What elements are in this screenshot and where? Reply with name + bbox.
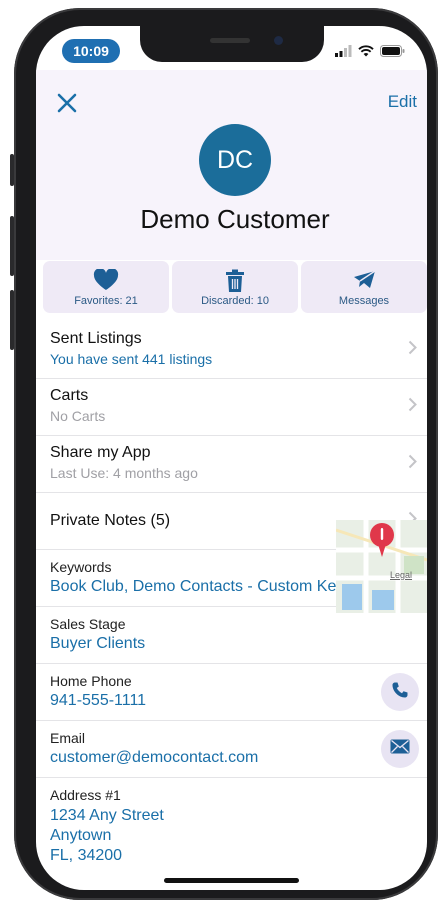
quick-actions: Favorites: 21 Discarded: 10 Messages bbox=[43, 261, 427, 313]
home-phone-label: Home Phone bbox=[50, 673, 132, 689]
camera bbox=[274, 36, 283, 45]
address-line-1[interactable]: 1234 Any Street bbox=[50, 806, 427, 826]
carts-subtitle: No Carts bbox=[50, 408, 106, 424]
sent-listings-row[interactable]: Sent Listings You have sent 441 listings bbox=[36, 322, 427, 379]
avatar: DC bbox=[199, 124, 271, 196]
messages-icon bbox=[351, 269, 377, 296]
notch bbox=[140, 26, 324, 62]
carts-row[interactable]: Carts No Carts bbox=[36, 379, 427, 436]
contact-name: Demo Customer bbox=[140, 204, 330, 234]
phone-icon bbox=[391, 681, 409, 704]
share-app-row[interactable]: Share my App Last Use: 4 months ago bbox=[36, 436, 427, 493]
share-app-title: Share my App bbox=[50, 444, 151, 461]
address-line-2[interactable]: Anytown bbox=[50, 826, 427, 846]
map-pin-icon bbox=[369, 522, 395, 563]
contact-header: Edit DC Demo Customer bbox=[36, 70, 427, 260]
sent-listings-subtitle: You have sent 441 listings bbox=[50, 351, 213, 367]
map-thumbnail[interactable]: Legal bbox=[336, 520, 427, 613]
envelope-icon bbox=[390, 739, 410, 759]
messages-button[interactable]: Messages bbox=[301, 261, 427, 313]
address-label: Address #1 bbox=[50, 787, 121, 803]
home-phone-field: Home Phone 941-555-1111 bbox=[36, 664, 427, 721]
edit-button[interactable]: Edit bbox=[388, 92, 417, 112]
status-time: 10:09 bbox=[62, 39, 120, 63]
home-phone-value[interactable]: 941-555-1111 bbox=[50, 692, 427, 710]
sales-stage-label: Sales Stage bbox=[50, 616, 126, 632]
battery-icon bbox=[380, 44, 405, 62]
carts-title: Carts bbox=[50, 387, 89, 404]
wifi-icon bbox=[358, 44, 374, 62]
sent-listings-title: Sent Listings bbox=[50, 330, 142, 347]
address-line-3[interactable]: FL, 34200 bbox=[50, 846, 427, 866]
heart-icon bbox=[93, 268, 119, 296]
call-button[interactable] bbox=[381, 673, 419, 711]
screen: 10:09 Edit DC Demo Customer Favorites: 2… bbox=[36, 26, 427, 890]
trash-icon bbox=[225, 269, 245, 298]
messages-label: Messages bbox=[338, 295, 390, 307]
chevron-right-icon bbox=[408, 340, 417, 360]
close-icon bbox=[54, 93, 80, 120]
favorites-label: Favorites: 21 bbox=[74, 295, 138, 307]
status-icons bbox=[335, 44, 405, 62]
email-label: Email bbox=[50, 730, 86, 746]
mute-switch bbox=[10, 154, 14, 186]
address-field: Address #1 1234 Any Street Anytown FL, 3… bbox=[36, 778, 427, 888]
signal-icon bbox=[335, 44, 352, 62]
chevron-right-icon bbox=[408, 454, 417, 474]
email-value[interactable]: customer@democontact.com bbox=[50, 749, 427, 767]
email-field: Email customer@democontact.com bbox=[36, 721, 427, 778]
home-indicator[interactable] bbox=[164, 878, 299, 883]
speaker bbox=[210, 38, 250, 43]
favorites-button[interactable]: Favorites: 21 bbox=[43, 261, 169, 313]
email-button[interactable] bbox=[381, 730, 419, 768]
share-app-subtitle: Last Use: 4 months ago bbox=[50, 465, 198, 481]
close-button[interactable] bbox=[54, 90, 80, 116]
sales-stage-value: Buyer Clients bbox=[50, 635, 146, 652]
map-legal-link[interactable]: Legal bbox=[390, 570, 412, 580]
volume-up-button bbox=[10, 216, 14, 276]
volume-down-button bbox=[10, 290, 14, 350]
chevron-right-icon bbox=[408, 397, 417, 417]
discarded-button[interactable]: Discarded: 10 bbox=[172, 261, 298, 313]
sales-stage-field: Sales Stage Buyer Clients bbox=[36, 607, 427, 664]
